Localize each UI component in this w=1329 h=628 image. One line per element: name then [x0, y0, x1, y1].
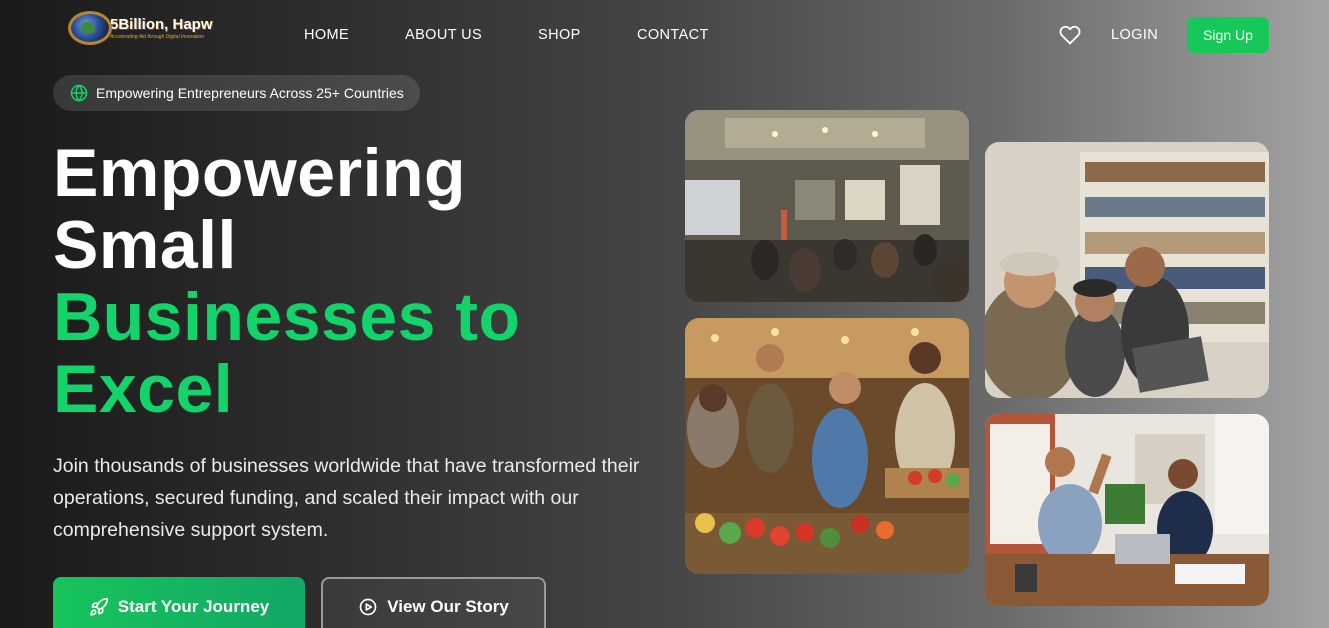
- brand-logo[interactable]: 5Billion, Hapw Accelerating Aid through …: [68, 10, 238, 46]
- nav-home[interactable]: HOME: [304, 27, 349, 43]
- site-header: 5Billion, Hapw Accelerating Aid through …: [0, 0, 1329, 70]
- nav-contact[interactable]: CONTACT: [637, 27, 709, 43]
- start-journey-button[interactable]: Start Your Journey: [53, 577, 305, 628]
- team-library-photo: [985, 142, 1269, 398]
- badge-text: Empowering Entrepreneurs Across 25+ Coun…: [96, 85, 404, 101]
- headline-line-1: Empowering: [53, 135, 467, 211]
- globe-logo-icon: [68, 11, 112, 45]
- brand-name: 5Billion, Hapw: [110, 16, 213, 33]
- seminar-photo: [685, 110, 969, 302]
- nav-about-us[interactable]: ABOUT US: [405, 27, 482, 43]
- countries-badge: Empowering Entrepreneurs Across 25+ Coun…: [53, 75, 420, 111]
- login-link[interactable]: LOGIN: [1111, 27, 1158, 43]
- headline-line-4: Excel: [53, 351, 234, 427]
- start-journey-label: Start Your Journey: [117, 597, 270, 616]
- heart-icon[interactable]: [1059, 24, 1081, 46]
- globe-icon: [70, 84, 88, 102]
- signup-button[interactable]: Sign Up: [1187, 17, 1269, 53]
- rocket-icon: [90, 597, 108, 616]
- view-story-label: View Our Story: [387, 597, 509, 616]
- hero-subtitle: Join thousands of businesses worldwide t…: [53, 455, 640, 541]
- headline-line-2: Small: [53, 207, 237, 283]
- market-photo: [685, 318, 969, 574]
- view-story-button[interactable]: View Our Story: [321, 577, 546, 628]
- hero-headline: Empowering Small Businesses to Excel: [53, 137, 521, 425]
- headline-line-3: Businesses to: [53, 279, 521, 355]
- nav-shop[interactable]: SHOP: [538, 27, 581, 43]
- office-highfive-photo: [985, 414, 1269, 606]
- brand-tagline: Accelerating Aid through Digital Innovat…: [110, 34, 205, 40]
- play-circle-icon: [359, 598, 377, 616]
